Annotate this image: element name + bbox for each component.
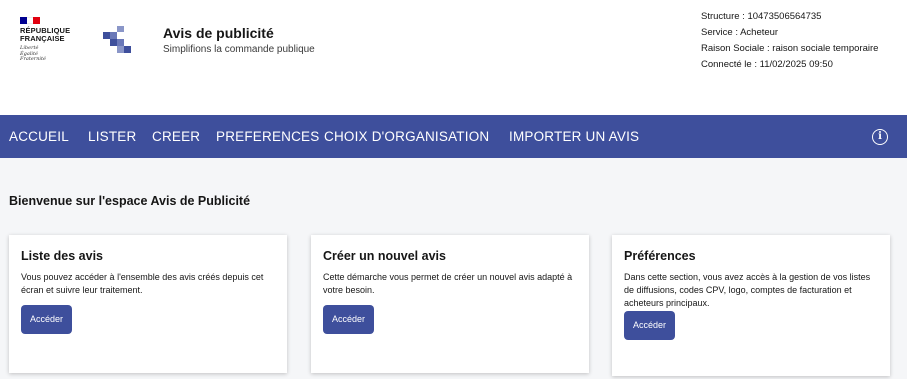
raison-sociale-info: Raison Sociale : raison sociale temporai…: [701, 43, 879, 54]
card-title: Liste des avis: [21, 249, 103, 263]
main-navbar: ACCUEIL LISTER CREER PREFERENCES CHOIX D…: [0, 115, 907, 158]
card-creer-avis: Créer un nouvel avis Cette démarche vous…: [311, 235, 589, 373]
nav-choix-organisation[interactable]: CHOIX D'ORGANISATION: [324, 115, 489, 158]
user-info-panel: Structure : 10473506564735 Service : Ach…: [701, 9, 878, 73]
french-flag-icon: [20, 17, 41, 24]
card-title: Créer un nouvel avis: [323, 249, 446, 263]
card-title: Préférences: [624, 249, 696, 263]
app-title[interactable]: Avis de publicité: [163, 25, 274, 41]
welcome-heading: Bienvenue sur l'espace Avis de Publicité: [9, 194, 251, 208]
card-description: Cette démarche vous permet de créer un n…: [323, 272, 573, 295]
acceder-preferences-button[interactable]: Accéder: [624, 311, 675, 340]
card-description: Vous pouvez accéder à l'ensemble des avi…: [21, 272, 264, 295]
republique-francaise-logo[interactable]: RÉPUBLIQUE FRANÇAISE Liberté Égalité Fra…: [20, 17, 70, 63]
main-content: Bienvenue sur l'espace Avis de Publicité…: [0, 158, 907, 379]
header: RÉPUBLIQUE FRANÇAISE Liberté Égalité Fra…: [0, 0, 907, 115]
app-subtitle: Simplifions la commande publique: [163, 44, 315, 55]
republic-motto: Liberté Égalité Fraternité: [20, 45, 46, 62]
card-preferences: Préférences Dans cette section, vous ave…: [612, 235, 890, 376]
structure-info: Structure : 10473506564735: [701, 11, 822, 22]
nav-lister[interactable]: LISTER: [88, 115, 136, 158]
card-liste-avis: Liste des avis Vous pouvez accéder à l'e…: [9, 235, 287, 373]
nav-preferences[interactable]: PREFERENCES: [216, 115, 319, 158]
service-info: Service : Acheteur: [701, 27, 779, 38]
app-logo-icon: [103, 26, 131, 53]
card-description: Dans cette section, vous avez accès à la…: [624, 272, 871, 308]
connection-date-info: Connecté le : 11/02/2025 09:50: [701, 59, 833, 70]
nav-accueil[interactable]: ACCUEIL: [9, 115, 69, 158]
republique-francaise-text: RÉPUBLIQUE FRANÇAISE: [20, 26, 71, 43]
nav-creer[interactable]: CREER: [152, 115, 200, 158]
nav-importer-avis[interactable]: IMPORTER UN AVIS: [509, 115, 639, 158]
acceder-creer-button[interactable]: Accéder: [323, 305, 374, 334]
acceder-liste-button[interactable]: Accéder: [21, 305, 72, 334]
info-icon[interactable]: i: [872, 129, 888, 145]
